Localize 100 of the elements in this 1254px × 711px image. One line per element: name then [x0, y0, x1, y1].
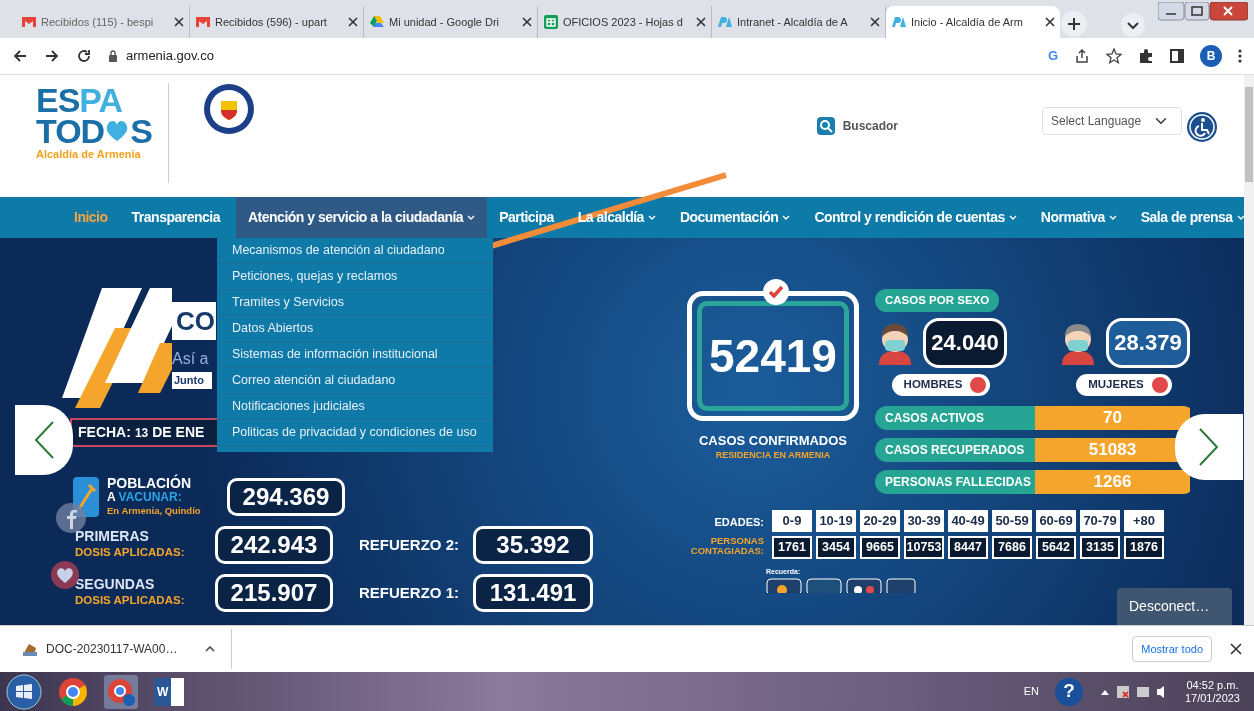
site-logo-icon [891, 14, 907, 30]
nav-link[interactable]: Participa [487, 197, 566, 238]
close-icon[interactable] [174, 17, 184, 27]
share-icon[interactable] [1074, 48, 1090, 64]
headline-box: CO [172, 302, 216, 340]
puzzle-icon[interactable] [1138, 48, 1154, 64]
ages-label: EDADES: [714, 514, 764, 530]
start-button-icon[interactable] [6, 673, 42, 710]
dropdown-item[interactable]: Peticiones, quejas y reclamos [217, 264, 493, 290]
status-toast: Desconect… [1117, 588, 1232, 625]
chrome-icon[interactable] [58, 676, 88, 707]
window-controls-drawing[interactable] [1158, 2, 1248, 22]
dose-value: 215.907 [215, 574, 333, 612]
profile-avatar[interactable]: B [1200, 45, 1222, 67]
drive-icon [369, 14, 385, 30]
age-count-cell: 10753 [904, 535, 944, 559]
population-place: En Armenia, Quindío [107, 503, 202, 518]
chevron-down-icon [782, 214, 791, 221]
age-count-cell: 7686 [992, 535, 1032, 559]
booster-label: REFUERZO 1: [359, 582, 459, 603]
population-value: 294.369 [227, 478, 345, 516]
carousel-prev-button[interactable] [15, 405, 73, 475]
star-icon[interactable] [1106, 48, 1122, 64]
chevron-left-icon [33, 420, 55, 460]
dropdown-item[interactable]: Datos Abiertos [217, 316, 493, 342]
nav-link[interactable]: Sala de prensa [1128, 197, 1254, 238]
age-range-cell: +80 [1124, 509, 1164, 532]
nav-link[interactable]: Transparencia [119, 197, 232, 238]
lock-icon [108, 50, 118, 62]
stat-value: 1266 [1035, 469, 1190, 494]
show-all-button[interactable]: Mostrar todo [1132, 635, 1212, 663]
dropdown-item[interactable]: Correo atención al ciudadano [217, 368, 493, 394]
clock[interactable]: 04:52 p.m. 17/01/2023 [1184, 678, 1248, 705]
age-count-cell: 3135 [1080, 535, 1120, 559]
nav-link[interactable]: Control y rendición de cuentas [802, 197, 1029, 238]
close-icon[interactable] [870, 17, 880, 27]
category-pill: CASOS POR SEXO [875, 289, 1000, 313]
dropdown-item[interactable]: Politicas de privacidad y condiciones de uso [217, 420, 493, 446]
nav-link[interactable]: Normativa [1028, 197, 1129, 238]
help-icon[interactable]: ? [1054, 677, 1083, 706]
browser-tab[interactable]: Inicio - Alcaldía de Arm [886, 6, 1060, 38]
address-field[interactable]: armenia.gov.co [126, 46, 214, 66]
age-range-cell: 70-79 [1080, 509, 1120, 532]
google-icon[interactable]: G [1047, 46, 1058, 66]
sex-label: MUJERES [1076, 374, 1172, 396]
close-icon[interactable] [696, 17, 706, 27]
headline-text: Así a [172, 349, 210, 369]
seal-icon [202, 83, 255, 135]
ages-count-label: PERSONAS CONTAGIADAS: [689, 535, 764, 556]
age-range-cell: 30-39 [904, 509, 944, 532]
dropdown-item[interactable]: Sistemas de información institucional [217, 342, 493, 368]
nav-link[interactable]: Atención y servicio a la ciudadanía [236, 197, 488, 238]
chevron-down-icon [647, 214, 656, 221]
age-count-cell: 8447 [948, 535, 988, 559]
search-icon [816, 117, 835, 135]
tab-search-icon[interactable] [1120, 12, 1146, 38]
chrome-profile-icon[interactable] [104, 674, 138, 709]
language-indicator[interactable]: EN [1023, 683, 1039, 700]
close-icon[interactable] [522, 17, 532, 27]
sex-value: 28.379 [1106, 318, 1190, 369]
site-logo[interactable]: ESPA TOD S Alcaldía de Armenia [36, 83, 169, 183]
search-link[interactable]: Buscador [816, 117, 898, 135]
dot-icon [970, 376, 987, 393]
booster-value: 35.392 [473, 526, 593, 564]
confirmed-sublabel: RESIDENCIA EN ARMENIA [715, 450, 831, 460]
side-panel-icon[interactable] [1170, 49, 1184, 63]
gmail-icon [21, 14, 37, 30]
confirmed-value: 52419 [697, 301, 849, 411]
dropdown-item[interactable]: Mecanismos de atención al ciudadano [217, 238, 493, 264]
download-item[interactable]: DOC-20230117-WA00… [12, 629, 232, 669]
close-icon[interactable] [1045, 17, 1055, 27]
age-range-cell: 50-59 [992, 509, 1032, 532]
new-tab-icon[interactable] [1060, 10, 1088, 38]
document-icon [22, 641, 38, 657]
population-label: A VACUNAR: [107, 490, 183, 504]
dropdown-item[interactable]: Tramites y Servicios [217, 290, 493, 316]
chevron-down-icon [467, 214, 476, 221]
forward-icon[interactable] [44, 48, 60, 64]
back-icon[interactable] [12, 48, 28, 64]
more-icon[interactable] [1238, 48, 1242, 64]
carousel-next-button[interactable] [1175, 414, 1243, 480]
chevron-right-icon [1198, 427, 1220, 467]
stat-label: PERSONAS FALLECIDAS [875, 469, 1035, 494]
sex-label: HOMBRES [891, 374, 991, 396]
nav-link[interactable]: Documentación [667, 197, 803, 238]
close-icon[interactable] [348, 17, 358, 27]
reload-icon[interactable] [76, 48, 92, 64]
chevron-up-icon[interactable] [205, 646, 215, 652]
dropdown-item[interactable]: Notificaciones judiciales [217, 394, 493, 420]
confirmed-label: CASOS CONFIRMADOS [698, 432, 848, 450]
word-icon[interactable]: W [154, 677, 184, 706]
language-select[interactable]: Select Language [1042, 107, 1182, 135]
age-range-cell: 40-49 [948, 509, 988, 532]
scrollbar[interactable] [1244, 75, 1254, 625]
dose-subtitle: DOSIS APLICADAS: [75, 544, 186, 560]
accessibility-icon[interactable] [1186, 111, 1218, 143]
chevron-down-icon [1008, 214, 1017, 221]
close-icon[interactable] [1230, 643, 1242, 655]
stat-label: CASOS ACTIVOS [875, 405, 1035, 430]
age-count-cell: 3454 [816, 535, 856, 559]
